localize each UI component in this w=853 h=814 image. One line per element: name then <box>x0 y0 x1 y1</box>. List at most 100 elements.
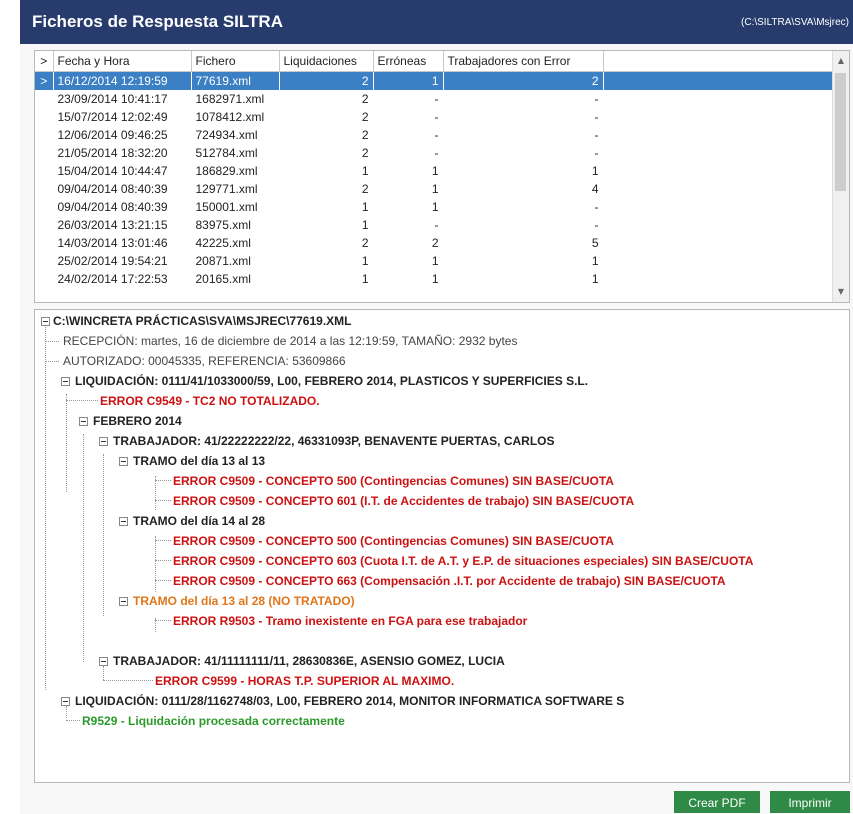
cell-filler <box>603 126 833 144</box>
cell-erroneas: 1 <box>431 200 439 214</box>
table-row[interactable]: 09/04/2014 08:40:39 129771.xml 2 1 4 <box>35 180 833 198</box>
scroll-thumb[interactable] <box>835 73 846 191</box>
tree-tramo-1[interactable]: TRAMO del día 13 al 13 <box>133 452 265 470</box>
col-trabajadores-header[interactable]: Trabajadores con Error <box>443 51 604 72</box>
cell-filler <box>603 180 833 198</box>
cell-trabajadores: - <box>594 218 599 232</box>
collapse-trab2-icon[interactable] <box>99 657 108 666</box>
cell-erroneas: 1 <box>431 272 439 286</box>
tree-liquidacion-1[interactable]: LIQUIDACIÓN: 0111/41/1033000/59, L00, FE… <box>75 372 588 390</box>
scroll-down-icon[interactable]: ▼ <box>833 284 849 300</box>
row-indicator <box>35 270 53 288</box>
col-liquidaciones-header[interactable]: Liquidaciones <box>279 51 374 72</box>
cell-fecha: 25/02/2014 19:54:21 <box>57 254 168 268</box>
cell-fichero: 20165.xml <box>195 272 251 286</box>
cell-fecha: 21/05/2014 18:32:20 <box>57 146 168 160</box>
tree-liquidacion-2[interactable]: LIQUIDACIÓN: 0111/28/1162748/03, L00, FE… <box>75 692 624 710</box>
cell-trabajadores: - <box>594 110 599 124</box>
tree-ok-r9529[interactable]: R9529 - Liquidación procesada correctame… <box>82 712 345 730</box>
cell-fecha: 14/03/2014 13:01:46 <box>57 236 168 250</box>
tree-root[interactable]: C:\WINCRETA PRÁCTICAS\SVA\MSJREC\77619.X… <box>53 312 351 330</box>
title-bar: Ficheros de Respuesta SILTRA (C:\SILTRA\… <box>20 0 853 44</box>
col-fecha-header[interactable]: Fecha y Hora <box>53 51 192 72</box>
tree-trabajador-1[interactable]: TRABAJADOR: 41/22222222/22, 46331093P, B… <box>113 432 555 450</box>
cell-liquidaciones: 2 <box>361 128 369 142</box>
table-row[interactable]: 15/07/2014 12:02:49 1078412.xml 2 - - <box>35 108 833 126</box>
table-row[interactable]: 21/05/2014 18:32:20 512784.xml 2 - - <box>35 144 833 162</box>
tree-tramo1-error-2[interactable]: ERROR C9509 - CONCEPTO 601 (I.T. de Acci… <box>173 492 634 510</box>
cell-liquidaciones: 2 <box>361 146 369 160</box>
tree-tramo-3[interactable]: TRAMO del día 13 al 28 (NO TRATADO) <box>133 592 355 610</box>
cell-fichero: 83975.xml <box>195 218 251 232</box>
siltra-window: Ficheros de Respuesta SILTRA (C:\SILTRA\… <box>20 0 853 814</box>
cell-erroneas: 1 <box>431 182 439 196</box>
cell-filler <box>603 270 833 288</box>
cell-fecha: 16/12/2014 12:19:59 <box>53 71 191 90</box>
tree-trabajador2-error[interactable]: ERROR C9599 - HORAS T.P. SUPERIOR AL MAX… <box>155 672 454 690</box>
detail-tree[interactable]: C:\WINCRETA PRÁCTICAS\SVA\MSJREC\77619.X… <box>34 309 850 783</box>
table-row[interactable]: >16/12/2014 12:19:59 77619.xml 2 1 2 <box>35 71 833 90</box>
table-row[interactable]: 26/03/2014 13:21:15 83975.xml 1 - - <box>35 216 833 234</box>
table-row[interactable]: 15/04/2014 10:44:47 186829.xml 1 1 1 <box>35 162 833 180</box>
cell-fichero: 186829.xml <box>195 164 258 178</box>
tree-tramo2-error-3[interactable]: ERROR C9509 - CONCEPTO 663 (Compensación… <box>173 572 726 590</box>
tree-tramo2-error-2[interactable]: ERROR C9509 - CONCEPTO 603 (Cuota I.T. d… <box>173 552 753 570</box>
row-indicator <box>35 216 53 234</box>
cell-liquidaciones: 1 <box>361 164 369 178</box>
tree-tramo2-error-1[interactable]: ERROR C9509 - CONCEPTO 500 (Contingencia… <box>173 532 614 550</box>
collapse-liq2-icon[interactable] <box>61 697 70 706</box>
collapse-liq1-icon[interactable] <box>61 377 70 386</box>
tree-autorizado[interactable]: AUTORIZADO: 00045335, REFERENCIA: 536098… <box>63 352 346 370</box>
cell-erroneas: - <box>434 128 439 142</box>
tree-error-c9549[interactable]: ERROR C9549 - TC2 NO TOTALIZADO. <box>100 392 320 410</box>
cell-liquidaciones: 2 <box>361 236 369 250</box>
collapse-trab1-icon[interactable] <box>99 437 108 446</box>
scroll-up-icon[interactable]: ▲ <box>833 53 849 69</box>
cell-fichero: 150001.xml <box>195 200 258 214</box>
cell-liquidaciones: 2 <box>279 71 373 90</box>
table-row[interactable]: 12/06/2014 09:46:25 724934.xml 2 - - <box>35 126 833 144</box>
cell-liquidaciones: 1 <box>361 218 369 232</box>
table-row[interactable]: 23/09/2014 10:41:17 1682971.xml 2 - - <box>35 90 833 108</box>
cell-fichero: 42225.xml <box>195 236 251 250</box>
cell-fecha: 12/06/2014 09:46:25 <box>57 128 168 142</box>
tree-tramo1-error-1[interactable]: ERROR C9509 - CONCEPTO 500 (Contingencia… <box>173 472 614 490</box>
collapse-tramo2-icon[interactable] <box>119 517 128 526</box>
cell-trabajadores: - <box>594 200 599 214</box>
tree-tramo-2[interactable]: TRAMO del día 14 al 28 <box>133 512 265 530</box>
table-row[interactable]: 25/02/2014 19:54:21 20871.xml 1 1 1 <box>35 252 833 270</box>
col-filler <box>603 51 833 72</box>
row-indicator <box>35 234 53 252</box>
cell-filler <box>603 90 833 108</box>
cell-liquidaciones: 1 <box>361 272 369 286</box>
cell-erroneas: - <box>434 110 439 124</box>
tree-recepcion[interactable]: RECEPCIÓN: martes, 16 de diciembre de 20… <box>63 332 517 350</box>
cell-trabajadores: - <box>594 128 599 142</box>
collapse-tramo3-icon[interactable] <box>119 597 128 606</box>
collapse-tramo1-icon[interactable] <box>119 457 128 466</box>
collapse-febrero-icon[interactable] <box>79 417 88 426</box>
imprimir-button[interactable]: Imprimir <box>770 791 850 813</box>
cell-erroneas: - <box>434 218 439 232</box>
cell-erroneas: 2 <box>431 236 439 250</box>
tree-tramo3-error-1[interactable]: ERROR R9503 - Tramo inexistente en FGA p… <box>173 612 527 630</box>
row-indicator <box>35 180 53 198</box>
files-grid[interactable]: > Fecha y Hora Fichero Liquidaciones Err… <box>34 50 850 303</box>
tree-trabajador-2[interactable]: TRABAJADOR: 41/11111111/11, 28630836E, A… <box>113 652 505 670</box>
table-row[interactable]: 24/02/2014 17:22:53 20165.xml 1 1 1 <box>35 270 833 288</box>
col-fichero-header[interactable]: Fichero <box>191 51 280 72</box>
table-row[interactable]: 09/04/2014 08:40:39 150001.xml 1 1 - <box>35 198 833 216</box>
col-erroneas-header[interactable]: Erróneas <box>373 51 444 72</box>
cell-fichero: 77619.xml <box>191 71 279 90</box>
tree-febrero[interactable]: FEBRERO 2014 <box>93 412 182 430</box>
collapse-root-icon[interactable] <box>41 317 50 326</box>
grid-scrollbar[interactable]: ▲ ▼ <box>832 51 849 302</box>
cell-filler <box>603 198 833 216</box>
crear-pdf-button[interactable]: Crear PDF <box>674 791 760 813</box>
row-indicator <box>35 162 53 180</box>
table-row[interactable]: 14/03/2014 13:01:46 42225.xml 2 2 5 <box>35 234 833 252</box>
cell-liquidaciones: 2 <box>361 182 369 196</box>
cell-liquidaciones: 2 <box>361 110 369 124</box>
cell-trabajadores: 5 <box>591 236 599 250</box>
row-indicator <box>35 198 53 216</box>
